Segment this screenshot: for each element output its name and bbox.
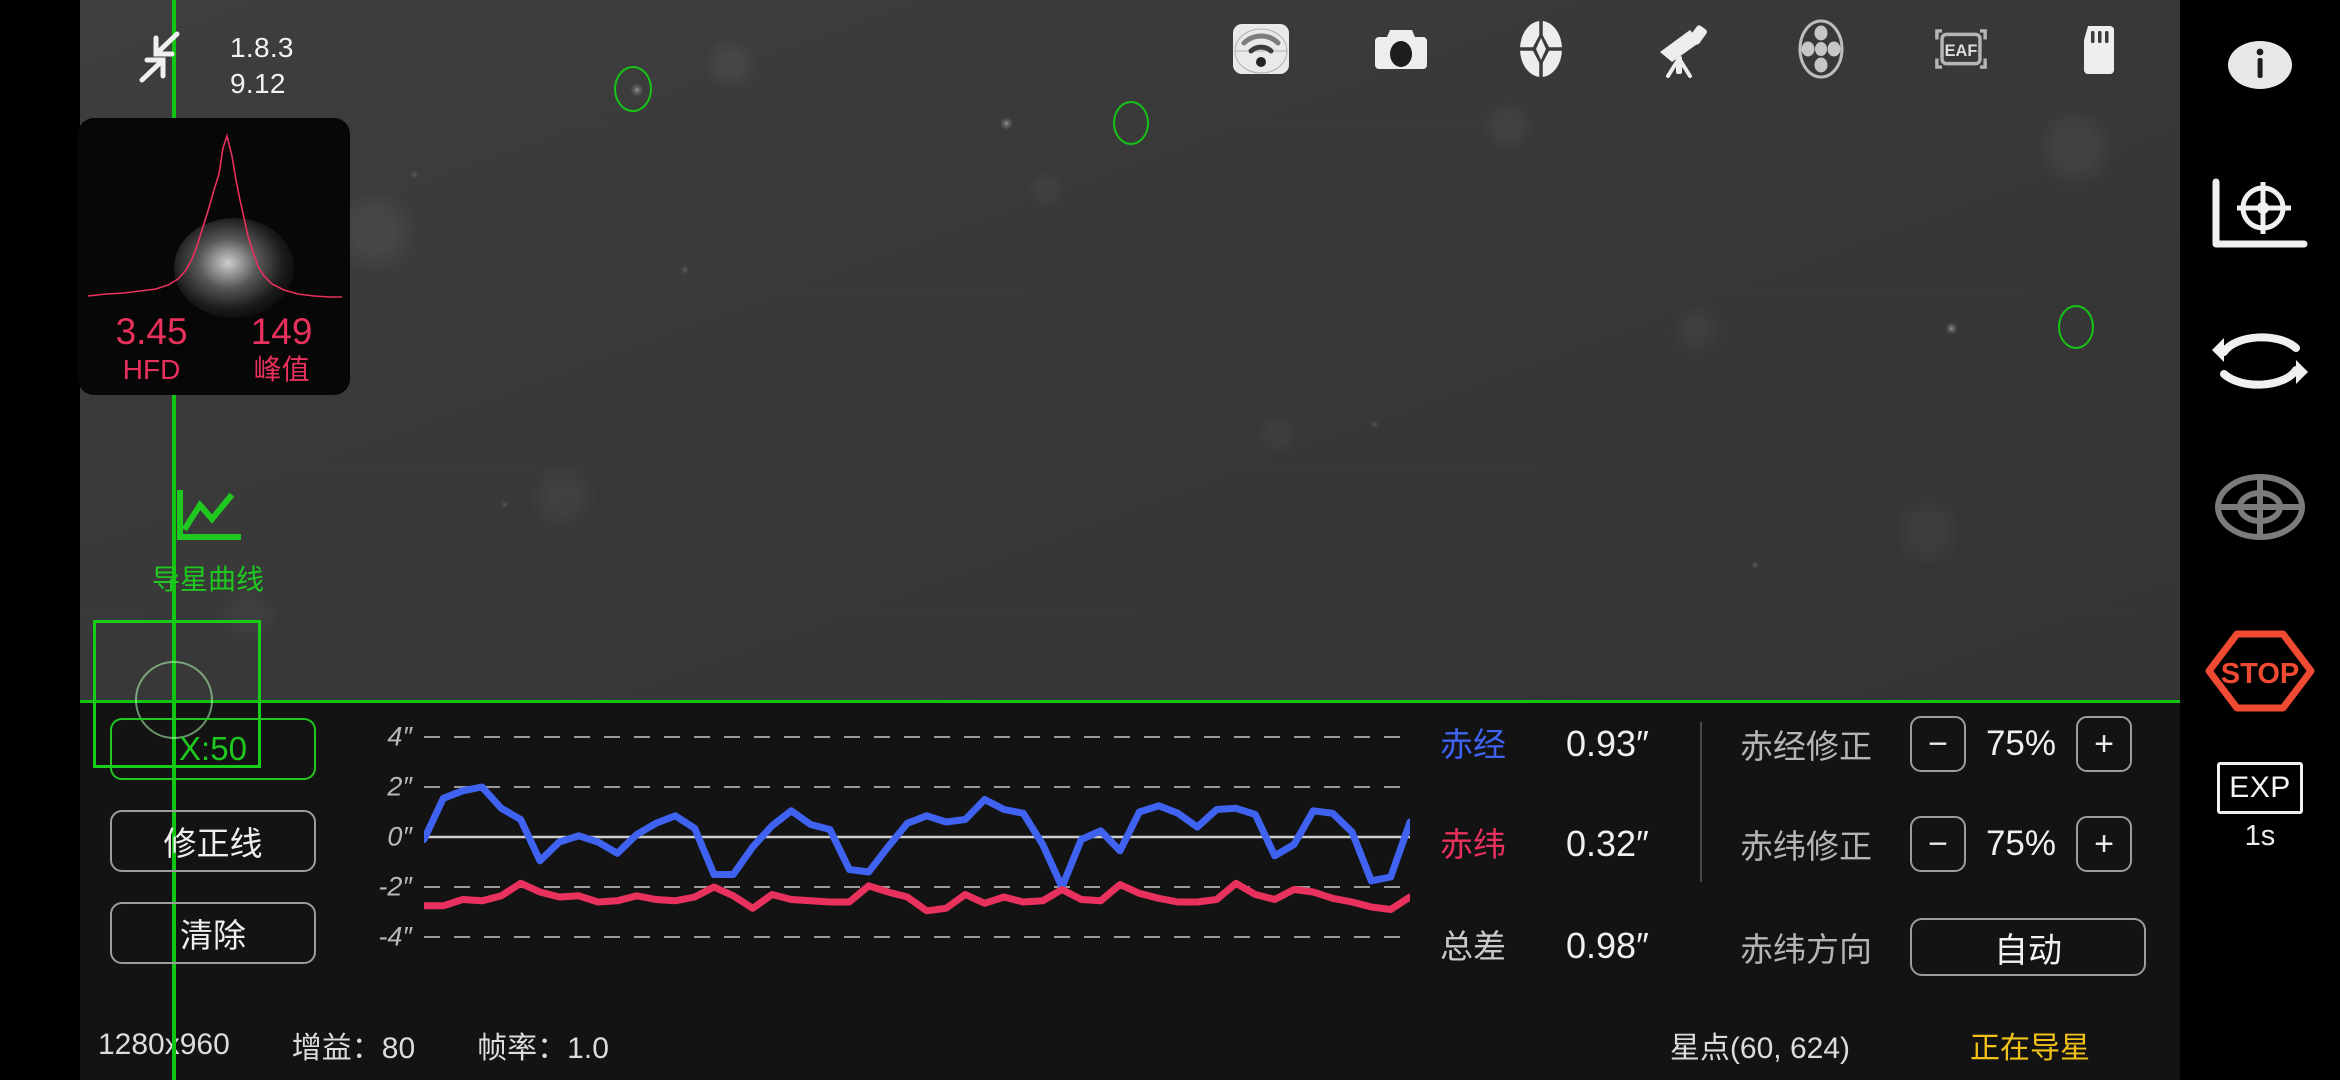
dec-value: 0.32″	[1566, 823, 1649, 864]
guide-curve-tab[interactable]: 导星曲线	[128, 487, 288, 598]
dec-correction-minus-button[interactable]: −	[1910, 816, 1966, 872]
exposure-value: 1s	[2244, 820, 2276, 852]
exposure-label: EXP	[2217, 762, 2303, 814]
collapse-arrows-icon	[139, 31, 180, 83]
peak-stat: 149 峰值	[251, 312, 313, 387]
frame-rate-text: 帧率：1.0	[477, 1032, 609, 1065]
chart-y-tick: 0″	[387, 821, 412, 852]
app-build: 9.12	[230, 67, 286, 99]
stat-row: 赤经 0.93″	[1440, 718, 1690, 766]
exposure-button[interactable]: EXP 1s	[2205, 762, 2315, 853]
gain-text: 增益：80	[291, 1032, 416, 1065]
peak-label: 峰值	[253, 354, 310, 385]
dec-correction-label: 赤纬修正	[1740, 828, 1872, 865]
star-point-text: 星点(60, 624)	[1669, 1032, 1850, 1065]
dec-correction-value: 75%	[1985, 824, 2057, 863]
svg-text:STOP: STOP	[2221, 658, 2299, 690]
total-value: 0.98″	[1566, 925, 1649, 966]
chart-svg	[424, 736, 1410, 938]
resolution-text: 1280x960	[98, 1028, 230, 1061]
guide-chart[interactable]: 4″ 2″ 0″ -2″ -4″	[350, 712, 1410, 962]
dec-direction-row: 赤纬方向 自动	[1740, 918, 2160, 976]
target-icon	[2215, 474, 2305, 540]
calibration-button[interactable]	[2205, 172, 2315, 258]
guider-icon[interactable]	[1510, 18, 1572, 80]
dec-direction-label: 赤纬方向	[1740, 931, 1872, 968]
hfd-stat: 3.45 HFD	[116, 312, 188, 387]
chart-y-tick: 4″	[387, 721, 412, 752]
guide-curve-label: 导星曲线	[151, 564, 264, 595]
ra-correction-plus-button[interactable]: +	[2076, 716, 2132, 772]
target-button[interactable]	[2205, 468, 2315, 546]
line-chart-icon	[177, 490, 241, 540]
filterwheel-icon[interactable]	[1790, 18, 1852, 80]
correction-line-button[interactable]: 修正线	[110, 810, 316, 872]
guide-stats: 赤经 0.93″ 赤纬 0.32″ 总差 0.98″	[1440, 712, 1690, 966]
left-button-column: X:50 修正线 清除	[110, 718, 316, 994]
chart-y-axis: 4″ 2″ 0″ -2″ -4″	[350, 712, 412, 962]
version-info: 1.8.3 9.12	[230, 30, 294, 102]
chart-plot-area	[424, 712, 1410, 962]
camera-preview[interactable]	[80, 0, 2180, 700]
hfd-value: 3.45	[115, 311, 188, 353]
sky-noise	[80, 0, 2180, 700]
x-scale-button[interactable]: X:50	[110, 718, 316, 780]
loop-button[interactable]	[2205, 320, 2315, 402]
eaf-icon[interactable]: EAF	[1930, 18, 1992, 80]
crosshair-horizontal	[80, 700, 2180, 703]
app-version: 1.8.3	[230, 32, 294, 63]
ra-correction-row: 赤经修正 − 75% +	[1740, 716, 2160, 772]
info-icon	[2228, 41, 2292, 89]
clear-button[interactable]: 清除	[110, 902, 316, 964]
collapse-button[interactable]	[130, 26, 196, 88]
svg-text:EAF: EAF	[1945, 42, 1978, 60]
hfd-label: HFD	[122, 354, 181, 385]
ra-correction-label: 赤经修正	[1740, 728, 1872, 765]
stats-controls-divider	[1700, 722, 1702, 882]
telescope-icon[interactable]	[1650, 18, 1712, 80]
camera-icon[interactable]	[1370, 18, 1432, 80]
left-gutter	[0, 0, 80, 1080]
ra-correction-value: 75%	[1985, 724, 2057, 763]
calibration-crosshair-icon	[2212, 178, 2308, 248]
guiding-state-text: 正在导星	[1970, 1032, 2090, 1065]
stat-row: 总差 0.98″	[1440, 920, 1690, 968]
focus-hfd-panel[interactable]: 3.45 HFD 149 峰值	[78, 118, 350, 395]
dec-correction-row: 赤纬修正 − 75% +	[1740, 816, 2160, 872]
ra-correction-minus-button[interactable]: −	[1910, 716, 1966, 772]
total-label: 总差	[1440, 928, 1506, 965]
stat-row: 赤纬 0.32″	[1440, 818, 1690, 866]
dec-correction-stepper: − 75% +	[1910, 816, 2132, 872]
ra-value: 0.93″	[1566, 723, 1649, 764]
loop-refresh-icon	[2212, 333, 2308, 389]
wifi-icon[interactable]	[1230, 18, 1292, 80]
status-right: 星点(60, 624) 正在导星	[1670, 1023, 2090, 1067]
hfd-profile-curve	[87, 133, 342, 298]
info-button[interactable]	[2205, 34, 2315, 96]
chart-y-tick: -2″	[378, 871, 412, 902]
dec-label: 赤纬	[1440, 826, 1506, 863]
right-rail: STOP EXP 1s	[2180, 0, 2340, 1080]
stop-button[interactable]: STOP	[2205, 628, 2315, 714]
chart-y-tick: -4″	[378, 921, 412, 952]
status-bar: 1280x960 增益：80 帧率：1.0 星点(60, 624) 正在导星	[80, 1010, 2180, 1080]
ra-correction-stepper: − 75% +	[1910, 716, 2132, 772]
ra-label: 赤经	[1440, 726, 1506, 763]
dec-correction-plus-button[interactable]: +	[2076, 816, 2132, 872]
peak-value: 149	[250, 311, 313, 353]
top-toolbar: EAF	[1230, 18, 2132, 80]
hfd-stats: 3.45 HFD 149 峰值	[78, 312, 350, 387]
sdcard-icon[interactable]	[2070, 18, 2132, 80]
chart-y-tick: 2″	[387, 771, 412, 802]
guide-controls: 赤经修正 − 75% + 赤纬修正 − 75% + 赤纬方向 自动	[1740, 706, 2160, 976]
dec-direction-button[interactable]: 自动	[1910, 918, 2146, 976]
stop-icon: STOP	[2205, 630, 2315, 712]
app-root: 1.8.3 9.12 3.45 HFD 149 峰值 导星曲线 X:50 修正线…	[0, 0, 2340, 1080]
